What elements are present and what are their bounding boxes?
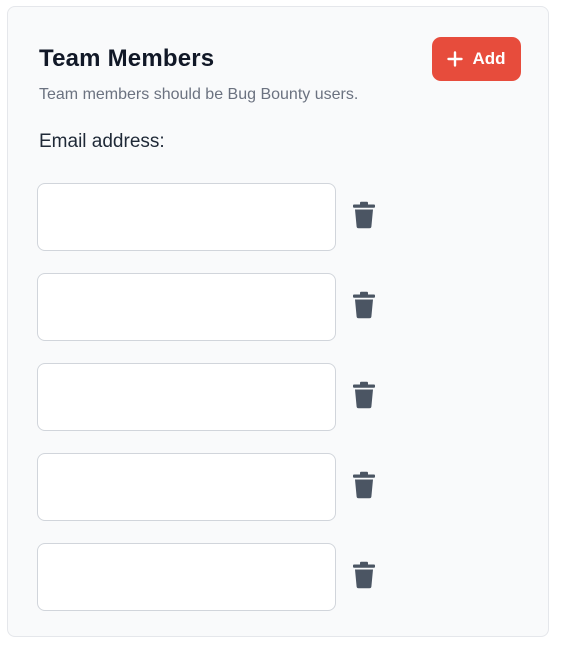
- email-field[interactable]: [37, 183, 336, 251]
- trash-icon[interactable]: [351, 470, 377, 500]
- plus-icon: [447, 51, 464, 67]
- page-title: Team Members: [39, 45, 215, 72]
- email-field[interactable]: [37, 543, 336, 611]
- email-field[interactable]: [37, 453, 336, 521]
- team-members-card: Team Members Team members should be Bug …: [7, 6, 549, 637]
- trash-icon[interactable]: [351, 290, 377, 320]
- trash-icon[interactable]: [351, 560, 377, 590]
- trash-icon[interactable]: [351, 380, 377, 410]
- email-label: Email address:: [39, 131, 165, 152]
- trash-icon[interactable]: [351, 200, 377, 230]
- subtitle: Team members should be Bug Bounty users.: [39, 86, 359, 103]
- add-member-button[interactable]: Add: [432, 37, 521, 81]
- email-field[interactable]: [37, 363, 336, 431]
- add-button-label: Add: [472, 49, 506, 68]
- email-field[interactable]: [37, 273, 336, 341]
